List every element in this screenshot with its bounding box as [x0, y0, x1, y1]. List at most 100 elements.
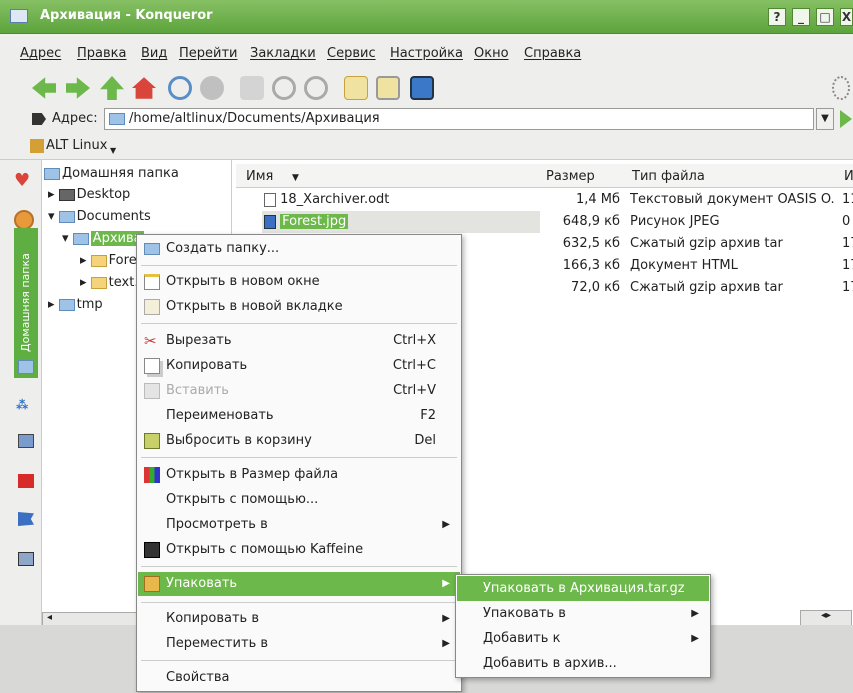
devices-icon[interactable]	[18, 434, 34, 448]
menu-item-preview-in[interactable]: Просмотреть в ▶	[138, 513, 460, 537]
document-icon	[264, 192, 276, 207]
print-icon[interactable]	[240, 76, 264, 100]
zoom-in-icon[interactable]	[272, 76, 296, 100]
zoom-out-icon[interactable]	[304, 76, 328, 100]
altlinux-icon	[30, 139, 44, 153]
tree-item-documents[interactable]: ▾ Documents	[48, 207, 151, 227]
file-row-selected[interactable]: Forest.jpg	[240, 211, 540, 233]
menu-item-compress[interactable]: Упаковать ▶	[138, 572, 460, 596]
menu-tools[interactable]: Сервис	[327, 46, 376, 61]
menu-address[interactable]: Адрес	[20, 46, 61, 61]
folder-icon	[58, 298, 75, 311]
file-size: 1,4 Мб	[575, 192, 620, 207]
home-tab-icon	[18, 360, 34, 374]
file-type: Документ HTML	[630, 258, 738, 273]
menu-window[interactable]: Окно	[474, 46, 509, 61]
menu-bookmarks[interactable]: Закладки	[250, 46, 316, 61]
tree-item-home[interactable]: Домашняя папка	[44, 164, 179, 184]
stop-icon[interactable]	[200, 76, 224, 100]
menu-settings[interactable]: Настройка	[390, 46, 463, 61]
file-extra: 17	[842, 280, 853, 295]
view-details-icon[interactable]	[376, 76, 400, 100]
maximize-button[interactable]: □	[816, 8, 834, 26]
submenu-arrow-icon: ▶	[442, 613, 450, 624]
submenu-item-compress-targz[interactable]: Упаковать в Архивация.tar.gz	[457, 576, 709, 601]
minimize-button[interactable]: _	[792, 8, 810, 26]
menu-item-open-with[interactable]: Открыть с помощью...	[138, 488, 460, 512]
file-size: 648,9 кб	[562, 214, 620, 229]
menu-item-cut[interactable]: ✂ Вырезать Ctrl+X	[138, 329, 460, 353]
tab-icon	[144, 299, 160, 315]
context-menu: Создать папку... Открыть в новом окне От…	[136, 234, 462, 692]
filelight-icon	[144, 467, 160, 483]
address-input[interactable]: /home/altlinux/Documents/Архивация	[104, 108, 814, 130]
menu-edit[interactable]: Правка	[77, 46, 126, 61]
reload-icon[interactable]	[168, 76, 192, 100]
tree-item-tmp[interactable]: ▸ tmp	[48, 295, 103, 315]
home-folder-icon	[44, 167, 60, 180]
trash-icon	[144, 433, 160, 449]
menu-item-create-folder[interactable]: Создать папку...	[138, 237, 460, 261]
menu-item-rename[interactable]: Переименовать F2	[138, 404, 460, 428]
folder-icon	[109, 113, 125, 125]
menu-item-open-new-window[interactable]: Открыть в новом окне	[138, 270, 460, 294]
tree-item-archive[interactable]: ▾ Архива	[62, 229, 144, 249]
folder-icon	[90, 254, 107, 267]
tree-item-desktop[interactable]: ▸ Desktop	[48, 185, 130, 205]
file-extra: 17	[842, 236, 853, 251]
file-extra: 17	[842, 258, 853, 273]
window-title: Архивация - Konqueror	[40, 8, 213, 23]
view-preview-icon[interactable]	[410, 76, 434, 100]
menu-item-kaffeine[interactable]: Открыть с помощью Kaffeine	[138, 538, 460, 562]
menu-item-move-to[interactable]: Переместить в ▶	[138, 632, 460, 656]
network-icon[interactable]: ⁂	[16, 398, 36, 412]
menu-item-open-new-tab[interactable]: Открыть в новой вкладке	[138, 295, 460, 319]
menu-item-properties[interactable]: Свойства	[138, 666, 460, 690]
menu-go[interactable]: Перейти	[179, 46, 238, 61]
menu-item-trash[interactable]: Выбросить в корзину Del	[138, 429, 460, 453]
bookmark-altlinux[interactable]: ALT Linux	[46, 138, 107, 153]
computer-icon[interactable]	[18, 552, 34, 566]
address-dropdown-button[interactable]: ▼	[816, 108, 834, 130]
chevron-down-icon[interactable]: ▼	[110, 146, 116, 155]
folder-icon	[90, 276, 107, 289]
services-icon[interactable]	[18, 474, 34, 488]
file-size: 632,5 кб	[562, 236, 620, 251]
menu-item-open-filelight[interactable]: Открыть в Размер файла	[138, 463, 460, 487]
history-icon[interactable]	[14, 210, 34, 230]
column-type[interactable]: Тип файла	[632, 169, 705, 184]
column-extra[interactable]: И	[844, 169, 853, 184]
submenu-item-add-archive[interactable]: Добавить в архив...	[457, 651, 709, 676]
view-icons-icon[interactable]	[344, 76, 368, 100]
bookmarks-heart-icon[interactable]: ♥	[14, 172, 34, 190]
file-extra: 0	[842, 214, 851, 229]
tree-item-text[interactable]: ▸ text.	[80, 273, 138, 293]
menu-help[interactable]: Справка	[524, 46, 581, 61]
menu-view[interactable]: Вид	[141, 46, 167, 61]
home-folder-tab[interactable]: Домашняя папка	[14, 228, 38, 378]
submenu-item-compress-to[interactable]: Упаковать в ▶	[457, 601, 709, 626]
folder-icon	[58, 210, 75, 223]
tree-item-forest[interactable]: ▸ Fore	[80, 251, 137, 271]
menu-item-copy-to[interactable]: Копировать в ▶	[138, 607, 460, 631]
go-icon[interactable]	[840, 110, 852, 128]
archive-icon	[144, 576, 160, 592]
kaffeine-icon	[144, 542, 160, 558]
submenu-arrow-icon: ▶	[442, 638, 450, 649]
menu-item-copy[interactable]: Копировать Ctrl+C	[138, 354, 460, 378]
column-name[interactable]: Имя	[246, 169, 273, 184]
konqueror-icon	[10, 9, 28, 23]
file-row[interactable]: 18_Xarchiver.odt	[240, 189, 540, 211]
desktop-icon	[58, 188, 75, 201]
close-button[interactable]: X	[840, 8, 853, 26]
folder-icon	[144, 243, 160, 255]
submenu-item-add-to[interactable]: Добавить к ▶	[457, 626, 709, 651]
compress-submenu: Упаковать в Архивация.tar.gz Упаковать в…	[455, 574, 711, 678]
address-label: Адрес:	[52, 111, 98, 126]
help-button[interactable]: ?	[768, 8, 786, 26]
menu-item-paste[interactable]: Вставить Ctrl+V	[138, 379, 460, 403]
bookmark-bar	[0, 134, 853, 160]
column-size[interactable]: Размер	[546, 169, 595, 184]
file-list-scrollbar[interactable]: ◂▸	[800, 610, 852, 626]
paste-icon	[144, 383, 160, 399]
